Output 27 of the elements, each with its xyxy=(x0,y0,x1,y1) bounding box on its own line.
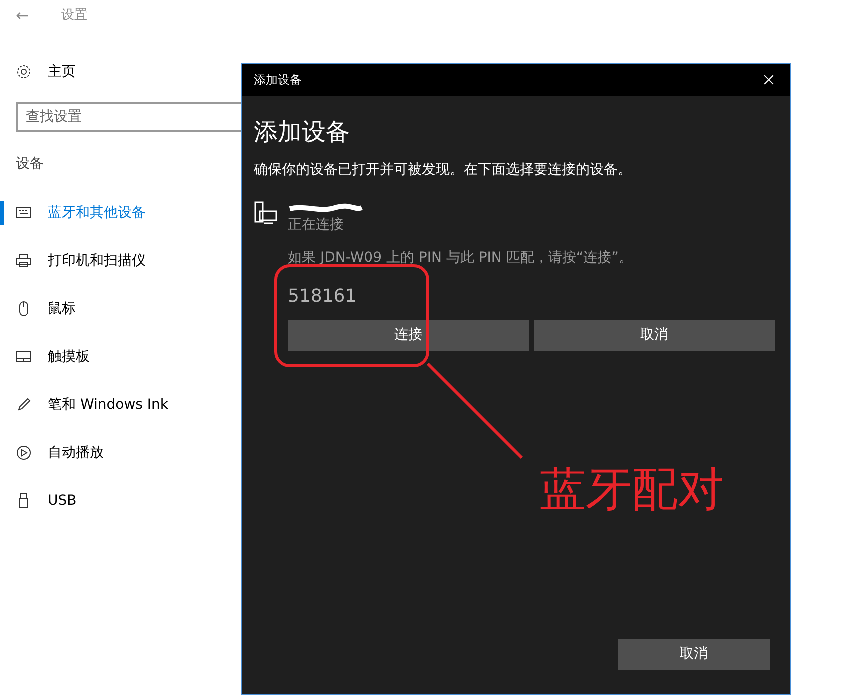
home-link[interactable]: 主页 xyxy=(48,62,76,82)
cancel-button[interactable]: 取消 xyxy=(618,639,770,670)
instruction-text: 确保你的设备已打开并可被发现。在下面选择要连接的设备。 xyxy=(253,161,633,180)
section-heading: 设备 xyxy=(15,155,45,174)
settings-icon xyxy=(16,64,32,80)
window-title: 设置 xyxy=(61,7,88,26)
cancel-button[interactable]: 取消 xyxy=(534,320,775,351)
status-text: 正在连接 xyxy=(288,216,345,235)
connect-button[interactable]: 连接 xyxy=(288,320,529,351)
nav-item[interactable]: 蓝牙和其他设备 xyxy=(0,189,260,237)
touchpad-icon xyxy=(16,349,32,365)
computer-icon xyxy=(254,201,278,225)
pen-icon xyxy=(16,397,32,413)
keyboard-icon xyxy=(16,205,32,221)
printer-icon xyxy=(16,253,32,269)
annotation-text: 蓝牙配对 xyxy=(540,461,724,518)
dialog-title: 添加设备 xyxy=(254,72,302,89)
pin-prompt: 如果 JDN-W09 上的 PIN 与此 PIN 匹配，请按“连接”。 xyxy=(288,249,634,268)
nav-item[interactable]: 笔和 Windows Ink xyxy=(0,381,260,429)
nav-item[interactable]: 自动播放 xyxy=(0,429,260,477)
play-icon xyxy=(16,445,32,461)
nav-item[interactable]: 触摸板 xyxy=(0,333,260,381)
nav-item[interactable]: USB xyxy=(0,477,260,525)
close-icon xyxy=(762,73,776,87)
nav-item[interactable]: 打印机和扫描仪 xyxy=(0,237,260,285)
pin-code: 518161 xyxy=(288,285,358,309)
nav-item[interactable]: 鼠标 xyxy=(0,285,260,333)
